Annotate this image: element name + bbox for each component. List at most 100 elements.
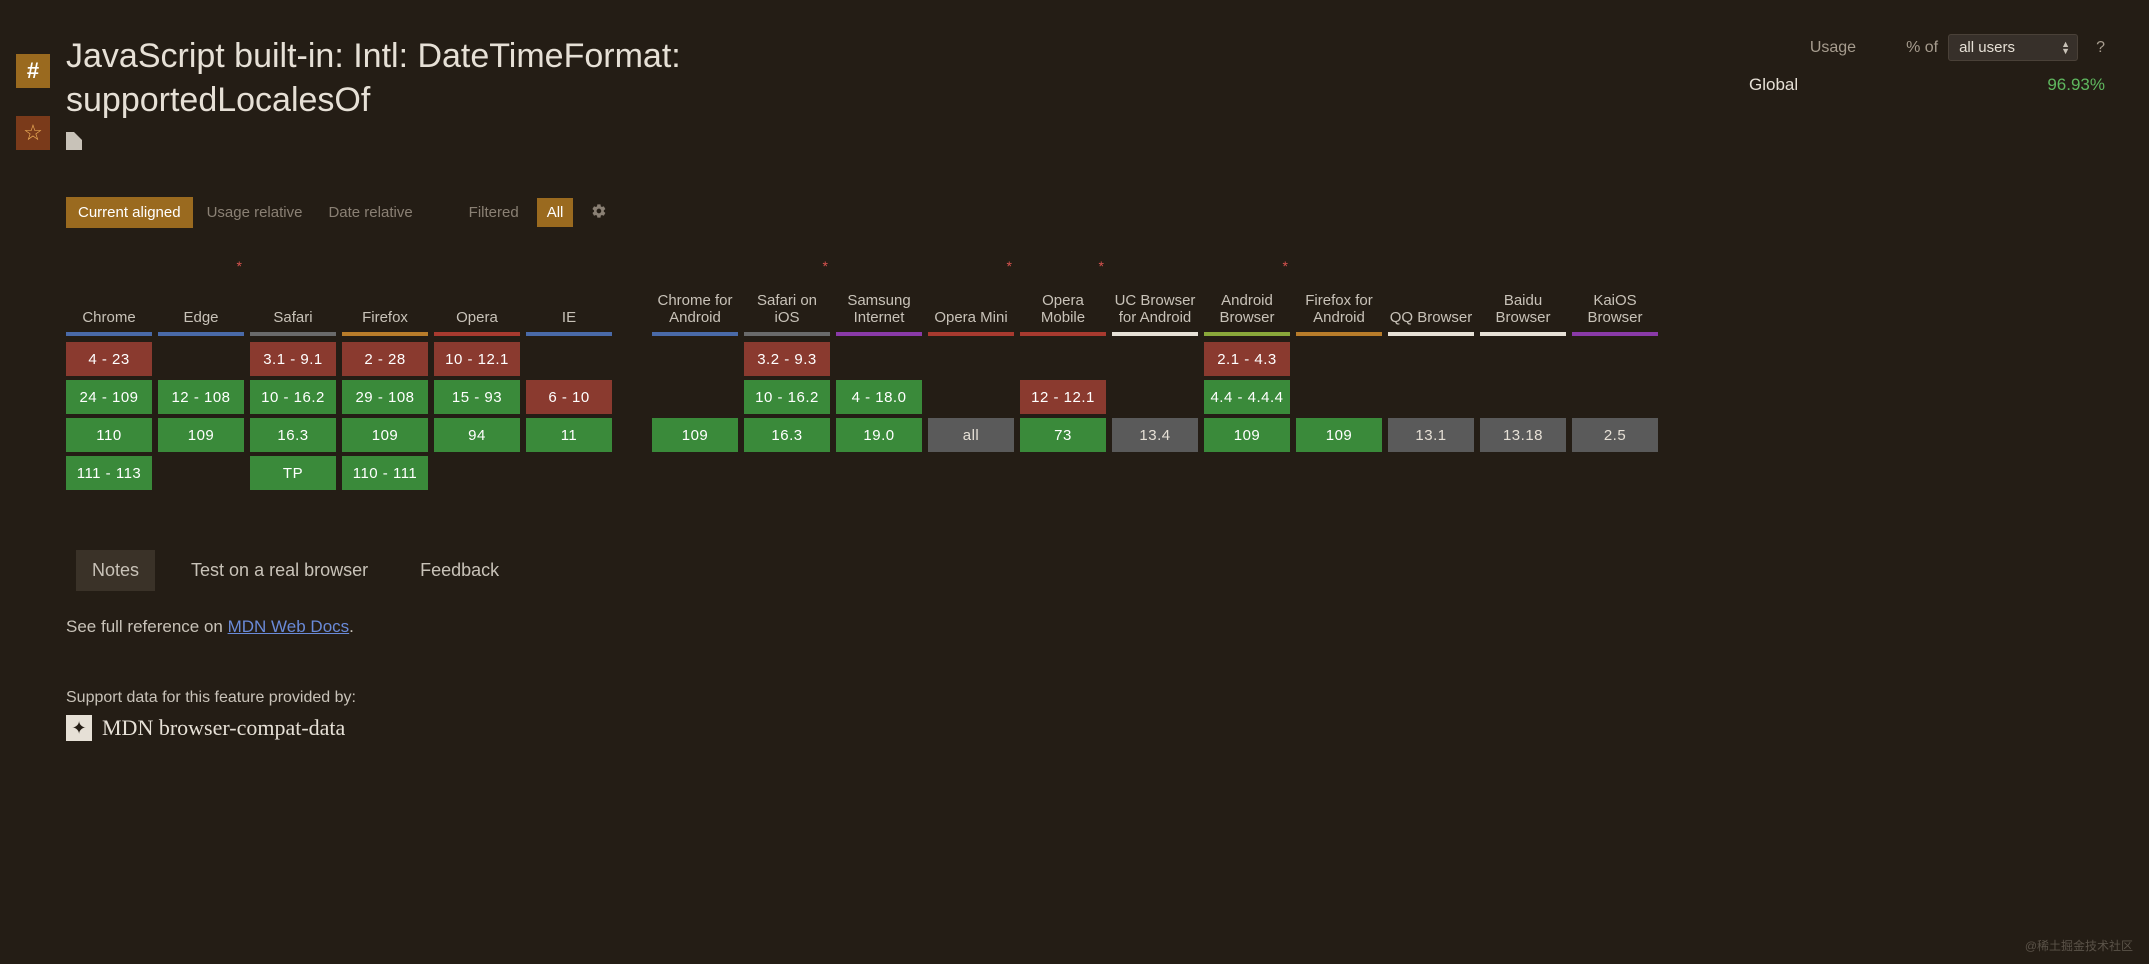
browser-header[interactable]: QQ Browser bbox=[1388, 252, 1474, 328]
tab-date-relative[interactable]: Date relative bbox=[316, 197, 424, 228]
filter-all-button[interactable]: All bbox=[537, 198, 574, 227]
browser-header[interactable]: Samsung Internet bbox=[836, 252, 922, 328]
page-title: JavaScript built-in: Intl: DateTimeForma… bbox=[66, 34, 906, 122]
browser-header[interactable]: Edge* bbox=[158, 252, 244, 328]
support-cell bbox=[1388, 342, 1474, 376]
browser-header[interactable]: UC Browser for Android bbox=[1112, 252, 1198, 328]
support-cell bbox=[928, 342, 1014, 376]
note-star-icon: * bbox=[1283, 258, 1288, 274]
usage-label: Usage bbox=[1810, 39, 1856, 57]
support-cell bbox=[1296, 342, 1382, 376]
help-icon[interactable]: ? bbox=[2096, 39, 2105, 57]
support-cell[interactable]: 2.5 bbox=[1572, 418, 1658, 452]
global-percentage: 96.93% bbox=[2047, 75, 2105, 95]
browser-underline bbox=[928, 332, 1014, 336]
browser-header[interactable]: IE bbox=[526, 252, 612, 328]
filtered-label: Filtered bbox=[459, 197, 529, 228]
support-cell[interactable]: 24 - 109 bbox=[66, 380, 152, 414]
pct-of-label: % of bbox=[1906, 39, 1938, 57]
support-cell[interactable]: all bbox=[928, 418, 1014, 452]
document-icon[interactable] bbox=[66, 132, 82, 150]
browser-header[interactable]: Android Browser* bbox=[1204, 252, 1290, 328]
support-cell[interactable]: 4 - 18.0 bbox=[836, 380, 922, 414]
support-cell[interactable]: 10 - 12.1 bbox=[434, 342, 520, 376]
browser-header[interactable]: Chrome bbox=[66, 252, 152, 328]
usage-scope-select[interactable]: all users bbox=[1948, 34, 2078, 61]
browser-column: Samsung Internet 4 - 18.0 19.0 bbox=[836, 252, 922, 490]
browser-header[interactable]: Firefox for Android bbox=[1296, 252, 1382, 328]
support-cell[interactable]: 73 bbox=[1020, 418, 1106, 452]
browser-underline bbox=[158, 332, 244, 336]
support-cell[interactable]: 13.1 bbox=[1388, 418, 1474, 452]
support-cell[interactable]: 16.3 bbox=[744, 418, 830, 452]
browser-underline bbox=[342, 332, 428, 336]
support-cell[interactable]: 12 - 108 bbox=[158, 380, 244, 414]
browser-header[interactable]: Safari bbox=[250, 252, 336, 328]
support-cell[interactable]: 111 - 113 bbox=[66, 456, 152, 490]
support-cell bbox=[1112, 342, 1198, 376]
browser-header[interactable]: Baidu Browser bbox=[1480, 252, 1566, 328]
browser-column: IE 6 - 10 11 bbox=[526, 252, 612, 490]
support-cell bbox=[928, 380, 1014, 414]
support-cell[interactable]: 11 bbox=[526, 418, 612, 452]
browser-header[interactable]: Opera bbox=[434, 252, 520, 328]
browser-header[interactable]: KaiOS Browser bbox=[1572, 252, 1658, 328]
support-cell[interactable]: 19.0 bbox=[836, 418, 922, 452]
hash-icon[interactable]: # bbox=[16, 54, 50, 88]
usage-panel: Usage % of all users ▲▼ ? Global 96.93% bbox=[1749, 34, 2129, 95]
support-cell[interactable]: 2 - 28 bbox=[342, 342, 428, 376]
tab-test-real-browser[interactable]: Test on a real browser bbox=[175, 550, 384, 591]
support-cell[interactable]: 10 - 16.2 bbox=[250, 380, 336, 414]
browser-underline bbox=[1112, 332, 1198, 336]
support-cell[interactable]: 12 - 12.1 bbox=[1020, 380, 1106, 414]
tab-usage-relative[interactable]: Usage relative bbox=[195, 197, 315, 228]
tab-feedback[interactable]: Feedback bbox=[404, 550, 515, 591]
support-cell[interactable]: 15 - 93 bbox=[434, 380, 520, 414]
support-cell[interactable]: 4.4 - 4.4.4 bbox=[1204, 380, 1290, 414]
support-cell bbox=[1480, 342, 1566, 376]
support-cell bbox=[1388, 380, 1474, 414]
support-cell[interactable]: 10 - 16.2 bbox=[744, 380, 830, 414]
browser-column: Firefox 2 - 28 29 - 108 109 110 - 111 bbox=[342, 252, 428, 490]
support-cell[interactable]: 13.4 bbox=[1112, 418, 1198, 452]
tab-current-aligned[interactable]: Current aligned bbox=[66, 197, 193, 228]
support-cell bbox=[434, 456, 520, 490]
notes-content: See full reference on MDN Web Docs. bbox=[66, 617, 2129, 637]
star-icon[interactable]: ☆ bbox=[16, 116, 50, 150]
support-cell[interactable]: 16.3 bbox=[250, 418, 336, 452]
support-cell[interactable]: 29 - 108 bbox=[342, 380, 428, 414]
browser-underline bbox=[66, 332, 152, 336]
support-cell[interactable]: 6 - 10 bbox=[526, 380, 612, 414]
support-cell[interactable]: 109 bbox=[652, 418, 738, 452]
support-cell[interactable]: 4 - 23 bbox=[66, 342, 152, 376]
support-cell[interactable]: 94 bbox=[434, 418, 520, 452]
browser-underline bbox=[1296, 332, 1382, 336]
support-cell[interactable]: 110 bbox=[66, 418, 152, 452]
support-cell[interactable]: 109 bbox=[342, 418, 428, 452]
support-cell[interactable]: 109 bbox=[1296, 418, 1382, 452]
gear-icon[interactable] bbox=[591, 203, 607, 223]
browser-underline bbox=[526, 332, 612, 336]
browser-header[interactable]: Opera Mini* bbox=[928, 252, 1014, 328]
support-cell[interactable]: 109 bbox=[158, 418, 244, 452]
mdn-docs-link[interactable]: MDN Web Docs bbox=[228, 617, 350, 636]
browser-column: Firefox for Android 109 bbox=[1296, 252, 1382, 490]
support-cell bbox=[526, 342, 612, 376]
support-cell[interactable]: 109 bbox=[1204, 418, 1290, 452]
support-cell[interactable]: 3.2 - 9.3 bbox=[744, 342, 830, 376]
note-star-icon: * bbox=[823, 258, 828, 274]
support-cell bbox=[836, 342, 922, 376]
support-cell[interactable]: 13.18 bbox=[1480, 418, 1566, 452]
browser-column: Chrome for Android 109 bbox=[652, 252, 738, 490]
watermark: @稀土掘金技术社区 bbox=[2025, 937, 2133, 954]
browser-header[interactable]: Chrome for Android bbox=[652, 252, 738, 328]
support-cell[interactable]: 3.1 - 9.1 bbox=[250, 342, 336, 376]
tab-notes[interactable]: Notes bbox=[76, 550, 155, 591]
support-cell[interactable]: 110 - 111 bbox=[342, 456, 428, 490]
browser-header[interactable]: Safari on iOS* bbox=[744, 252, 830, 328]
browser-header[interactable]: Opera Mobile* bbox=[1020, 252, 1106, 328]
support-cell[interactable]: TP bbox=[250, 456, 336, 490]
support-cell[interactable]: 2.1 - 4.3 bbox=[1204, 342, 1290, 376]
browser-header[interactable]: Firefox bbox=[342, 252, 428, 328]
browser-column: Android Browser* 2.1 - 4.3 4.4 - 4.4.4 109 bbox=[1204, 252, 1290, 490]
